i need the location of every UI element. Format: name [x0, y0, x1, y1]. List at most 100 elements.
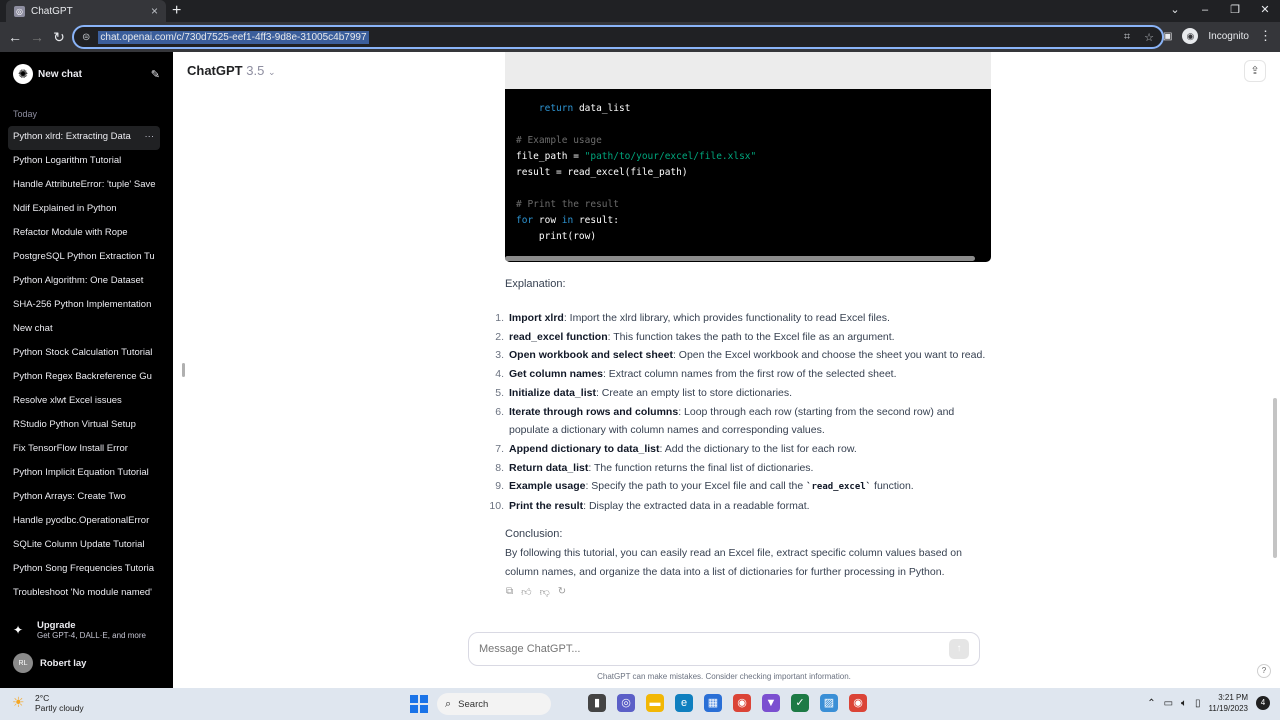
task-view-icon[interactable]: ▮: [588, 694, 606, 712]
step-title: Append dictionary to data_list: [509, 442, 660, 455]
store-icon[interactable]: ▦: [704, 694, 722, 712]
back-button[interactable]: ←: [4, 29, 26, 45]
sidebar-history-item[interactable]: Refactor Module with Rope: [8, 222, 160, 246]
start-windows-icon[interactable]: [410, 695, 428, 713]
volume-icon[interactable]: 🔈︎: [1181, 698, 1187, 709]
sidebar-history-item[interactable]: Python Stock Calculation Tutorial: [8, 342, 160, 366]
thumbs-down-icon[interactable]: 👎︎: [540, 586, 550, 598]
sidebar-history-item[interactable]: SQLite Column Update Tutorial: [8, 534, 160, 558]
close-window-button[interactable]: ✕: [1250, 2, 1280, 18]
side-panel-icon[interactable]: ▣: [1163, 31, 1172, 42]
code-line: file_path = "path/to/your/excel/file.xls…: [516, 151, 757, 162]
incognito-icon[interactable]: ◉: [1182, 28, 1199, 44]
thumbs-up-icon[interactable]: 👍︎: [521, 586, 531, 598]
chrome-icon[interactable]: ◉: [733, 694, 751, 712]
user-menu[interactable]: RL Robert lay: [13, 653, 86, 673]
share-button[interactable]: ⇪: [1244, 60, 1266, 82]
maximize-button[interactable]: ❐: [1220, 2, 1250, 18]
code-line: print(row): [516, 231, 597, 242]
forward-button[interactable]: →: [26, 29, 48, 45]
sidebar-history-item[interactable]: Python Implicit Equation Tutorial: [8, 462, 160, 486]
explanation-step: 3. Open workbook and select sheet: Open t…: [486, 346, 986, 365]
tab-search-icon[interactable]: ⌄: [1160, 2, 1190, 18]
upgrade-button[interactable]: ✦ Upgrade Get GPT-4, DALL·E, and more: [13, 620, 146, 641]
sidebar-history-item[interactable]: Python Song Frequencies Tutoria: [8, 558, 160, 582]
excel-app-icon[interactable]: ✓: [791, 694, 809, 712]
clock[interactable]: 3:21 PM 11/19/2023: [1209, 692, 1248, 714]
sidebar-history-item[interactable]: Python Arrays: Create Two: [8, 486, 160, 510]
page-scrollbar[interactable]: [1273, 398, 1277, 558]
sidebar-history-item[interactable]: SHA-256 Python Implementation: [8, 294, 160, 318]
sidebar-history-item[interactable]: PostgreSQL Python Extraction Tu: [8, 246, 160, 270]
sidebar-history-item[interactable]: Handle pyodbc.OperationalError: [8, 510, 160, 534]
disclaimer-text: ChatGPT can make mistakes. Consider chec…: [597, 672, 851, 681]
explanation-steps: 1. Import xlrd: Import the xlrd library, …: [486, 309, 986, 516]
send-button[interactable]: ↑: [949, 639, 969, 659]
sidebar-history-item[interactable]: Handle AttributeError: 'tuple' Save: [8, 174, 160, 198]
code-scrollbar[interactable]: [505, 256, 975, 261]
code-line: for row in result:: [516, 215, 619, 226]
model-selector[interactable]: ChatGPT 3.5 ⌄: [187, 63, 276, 78]
sidebar-history-label: Fix TensorFlow Install Error: [13, 443, 128, 454]
regenerate-icon[interactable]: ↻: [558, 586, 566, 598]
sidebar-history-item[interactable]: Python xlrd: Extracting Data ···: [8, 126, 160, 150]
chat-app-icon[interactable]: ◎: [617, 694, 635, 712]
window-controls: ⌄ – ❐ ✕: [1160, 2, 1280, 18]
minimize-button[interactable]: –: [1190, 2, 1220, 18]
sidebar-history-label: PostgreSQL Python Extraction Tu: [13, 251, 155, 262]
edge-browser-icon[interactable]: e: [675, 694, 693, 712]
chrome-active-icon[interactable]: ◉: [849, 694, 867, 712]
close-tab-icon[interactable]: ×: [151, 4, 158, 18]
sidebar-history-item[interactable]: Python Regex Backreference Gu: [8, 366, 160, 390]
code-line: return data_list: [538, 103, 631, 114]
avatar: RL: [13, 653, 33, 673]
step-number: 7.: [495, 442, 504, 455]
new-chat-button[interactable]: ✺ New chat ✎: [8, 62, 160, 86]
file-explorer-icon[interactable]: ▬: [646, 694, 664, 712]
menu-kebab-icon[interactable]: ⋮: [1259, 28, 1272, 44]
openai-logo-icon: ✺: [13, 64, 33, 84]
step-number: 5.: [495, 386, 504, 399]
network-icon[interactable]: ▭: [1164, 698, 1173, 709]
weather-widget[interactable]: ☀ 2°C Partly cloudy: [12, 693, 84, 713]
sidebar-history-item[interactable]: RStudio Python Virtual Setup: [8, 414, 160, 438]
reload-button[interactable]: ↻: [48, 29, 70, 46]
edit-icon[interactable]: ✎: [151, 68, 160, 81]
sidebar-history-item[interactable]: Fix TensorFlow Install Error: [8, 438, 160, 462]
image-viewer-icon[interactable]: ▨: [820, 694, 838, 712]
new-tab-button[interactable]: +: [172, 2, 181, 20]
sidebar-toggle-handle[interactable]: [182, 363, 185, 377]
bookmark-star-icon[interactable]: ☆: [1144, 31, 1154, 44]
address-bar[interactable]: ⊜ chat.openai.com/c/730d7525-eef1-4ff3-9…: [72, 25, 1164, 49]
sidebar-history-item[interactable]: Ndif Explained in Python: [8, 198, 160, 222]
help-icon[interactable]: ?: [1257, 664, 1271, 678]
upgrade-subtitle: Get GPT-4, DALL·E, and more: [37, 631, 146, 640]
sidebar-history-item[interactable]: Python Algorithm: One Dataset: [8, 270, 160, 294]
message-input[interactable]: [479, 643, 949, 655]
more-options-icon[interactable]: ···: [145, 126, 155, 148]
chat-history-list: Python xlrd: Extracting Data ··· Python Lo…: [8, 126, 160, 606]
sidebar-history-item[interactable]: Troubleshoot 'No module named': [8, 582, 160, 606]
sidebar-history-item[interactable]: Python Logarithm Tutorial: [8, 150, 160, 174]
qr-code-icon[interactable]: ⌗: [1124, 31, 1130, 44]
chatgpt-favicon-icon: ◎: [14, 5, 25, 17]
battery-icon[interactable]: ▯: [1195, 698, 1201, 709]
sidebar-history-item[interactable]: New chat: [8, 318, 160, 342]
taskbar-search[interactable]: ⌕ Search: [437, 693, 551, 715]
copy-icon[interactable]: ⧉: [506, 586, 513, 598]
code-block-top-faded: [505, 52, 991, 89]
incognito-label[interactable]: Incognito: [1208, 31, 1249, 42]
chevron-down-icon: ⌄: [267, 67, 276, 77]
explanation-step: 10. Print the result: Display the extract…: [486, 497, 986, 516]
code-line: result = read_excel(file_path): [516, 167, 688, 178]
sidebar-history-item[interactable]: Resolve xlwt Excel issues: [8, 390, 160, 414]
notification-badge[interactable]: 4: [1256, 696, 1270, 710]
sidebar: ✺ New chat ✎ Today Python xlrd: Extracti…: [0, 52, 173, 688]
vpn-app-icon[interactable]: ▼: [762, 694, 780, 712]
step-title: Print the result: [509, 500, 584, 513]
code-block: return data_list # Example usage file_path…: [505, 89, 991, 262]
browser-tab[interactable]: ◎ ChatGPT ×: [6, 0, 166, 22]
url-text[interactable]: chat.openai.com/c/730d7525-eef1-4ff3-9d8…: [98, 30, 369, 44]
chevron-up-icon[interactable]: ⌃: [1147, 698, 1155, 709]
site-info-icon[interactable]: ⊜: [82, 32, 90, 43]
